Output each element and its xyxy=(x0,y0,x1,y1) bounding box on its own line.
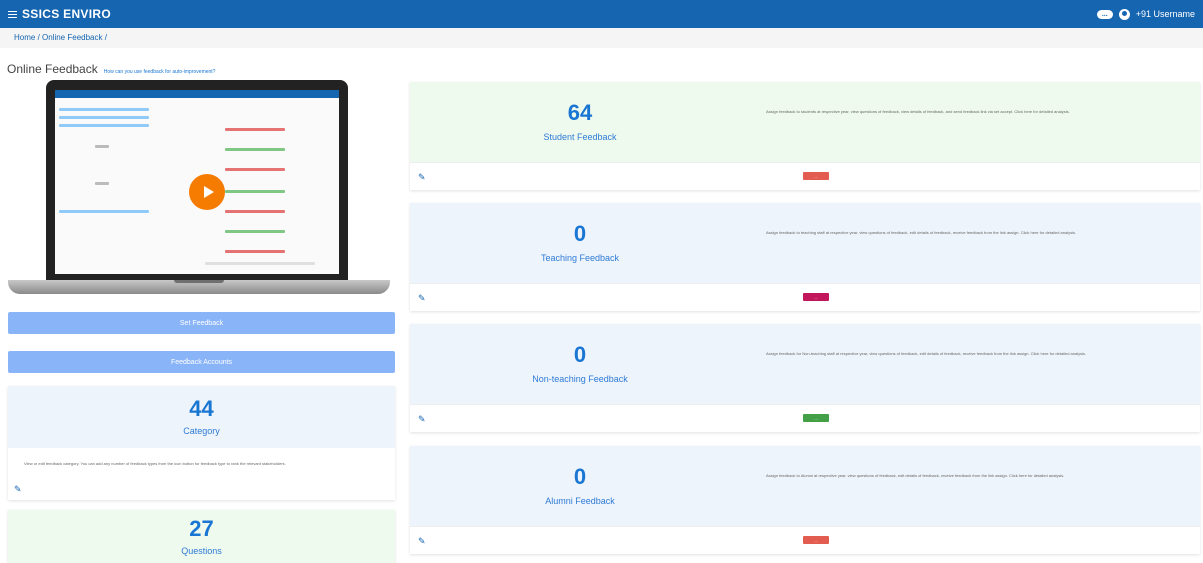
feedback-count: 0 xyxy=(573,342,587,367)
questions-count: 27 xyxy=(189,515,214,541)
top-navbar: SSICS ENVIRO ... +91 Username xyxy=(0,0,1203,28)
video-preview[interactable] xyxy=(8,80,390,295)
breadcrumb[interactable]: Home / Online Feedback / xyxy=(0,28,1203,48)
status-badge[interactable]: ... xyxy=(803,414,829,422)
category-description: View or edit feedback category. You can … xyxy=(24,461,286,466)
feedback-accounts-button[interactable]: Feedback Accounts xyxy=(8,351,395,373)
mock-row xyxy=(59,210,149,213)
questions-card-head: 27 Questions xyxy=(8,510,395,563)
mock-row xyxy=(225,148,285,151)
feedback-count: 0 xyxy=(573,464,587,489)
mock-row xyxy=(95,182,109,185)
mock-row xyxy=(59,108,149,111)
menu-icon[interactable] xyxy=(8,10,17,18)
feedback-card-head: 0 Non-teaching Feedback Assign feedback … xyxy=(410,324,1200,404)
notification-badge[interactable]: ... xyxy=(1096,9,1113,19)
feedback-description: Assign feedback to Alumni at respective … xyxy=(766,473,1065,478)
mock-row xyxy=(225,210,285,213)
status-badge[interactable]: ... xyxy=(803,172,829,180)
brand-name: SSICS ENVIRO xyxy=(22,7,111,21)
category-card[interactable]: 44 Category View or edit feedback catego… xyxy=(8,386,395,500)
feedback-card-footer: ✎ ... xyxy=(410,162,1200,190)
page-heading: Online Feedback How can you use feedback… xyxy=(7,62,215,76)
feedback-card-head: 0 Alumni Feedback Assign feedback to Alu… xyxy=(410,446,1200,526)
teaching-feedback-card[interactable]: 0 Teaching Feedback Assign feedback to t… xyxy=(410,203,1200,311)
alumni-feedback-card[interactable]: 0 Alumni Feedback Assign feedback to Alu… xyxy=(410,446,1200,554)
mock-row xyxy=(225,250,285,253)
edit-icon[interactable]: ✎ xyxy=(418,293,426,304)
feedback-label: Student Feedback xyxy=(543,132,617,142)
mock-app-bar xyxy=(55,90,339,98)
edit-icon[interactable]: ✎ xyxy=(418,172,426,183)
mock-row xyxy=(59,116,149,119)
status-badge[interactable]: ... xyxy=(803,536,829,544)
feedback-count: 0 xyxy=(573,221,587,246)
set-feedback-button[interactable]: Set Feedback xyxy=(8,312,395,334)
play-icon[interactable] xyxy=(189,174,225,210)
student-feedback-card[interactable]: 64 Student Feedback Assign feedback to s… xyxy=(410,82,1200,190)
edit-icon[interactable]: ✎ xyxy=(418,414,426,425)
mock-row xyxy=(59,124,149,127)
brand[interactable]: SSICS ENVIRO xyxy=(8,7,111,21)
mock-row xyxy=(225,230,285,233)
feedback-description: Assign feedback to students at respectiv… xyxy=(766,109,1070,114)
mock-row xyxy=(225,190,285,193)
edit-icon[interactable]: ✎ xyxy=(418,536,426,547)
laptop-screen xyxy=(46,80,348,280)
feedback-card-footer: ✎ ... xyxy=(410,526,1200,554)
screen-mock xyxy=(55,90,339,274)
questions-label: Questions xyxy=(181,545,222,556)
feedback-description: Assign feedback for Non-teaching staff a… xyxy=(766,351,1087,356)
category-card-head: 44 Category xyxy=(8,386,395,448)
user-icon[interactable] xyxy=(1118,8,1130,20)
feedback-card-head: 0 Teaching Feedback Assign feedback to t… xyxy=(410,203,1200,283)
feedback-card-head: 64 Student Feedback Assign feedback to s… xyxy=(410,82,1200,162)
feedback-label: Teaching Feedback xyxy=(540,253,620,263)
feedback-count: 64 xyxy=(567,100,593,125)
mock-row xyxy=(95,145,109,148)
mock-row xyxy=(225,168,285,171)
help-link[interactable]: How can you use feedback for auto-improv… xyxy=(104,69,216,75)
feedback-label: Non-teaching Feedback xyxy=(532,374,628,384)
category-label: Category xyxy=(183,426,220,436)
page-title: Online Feedback xyxy=(7,62,98,76)
feedback-card-footer: ✎ ... xyxy=(410,283,1200,311)
mock-row xyxy=(205,262,315,265)
non-teaching-feedback-card[interactable]: 0 Non-teaching Feedback Assign feedback … xyxy=(410,324,1200,432)
edit-icon[interactable]: ✎ xyxy=(14,484,22,495)
mock-row xyxy=(225,128,285,131)
status-badge[interactable]: ... xyxy=(803,293,829,301)
category-count: 44 xyxy=(189,396,214,421)
feedback-card-footer: ✎ ... xyxy=(410,404,1200,432)
questions-card[interactable]: 27 Questions xyxy=(8,510,395,563)
laptop-notch xyxy=(174,280,224,283)
feedback-description: Assign feedback to teaching staff at res… xyxy=(766,230,1077,235)
user-name[interactable]: +91 Username xyxy=(1136,9,1195,19)
feedback-label: Alumni Feedback xyxy=(545,496,615,506)
